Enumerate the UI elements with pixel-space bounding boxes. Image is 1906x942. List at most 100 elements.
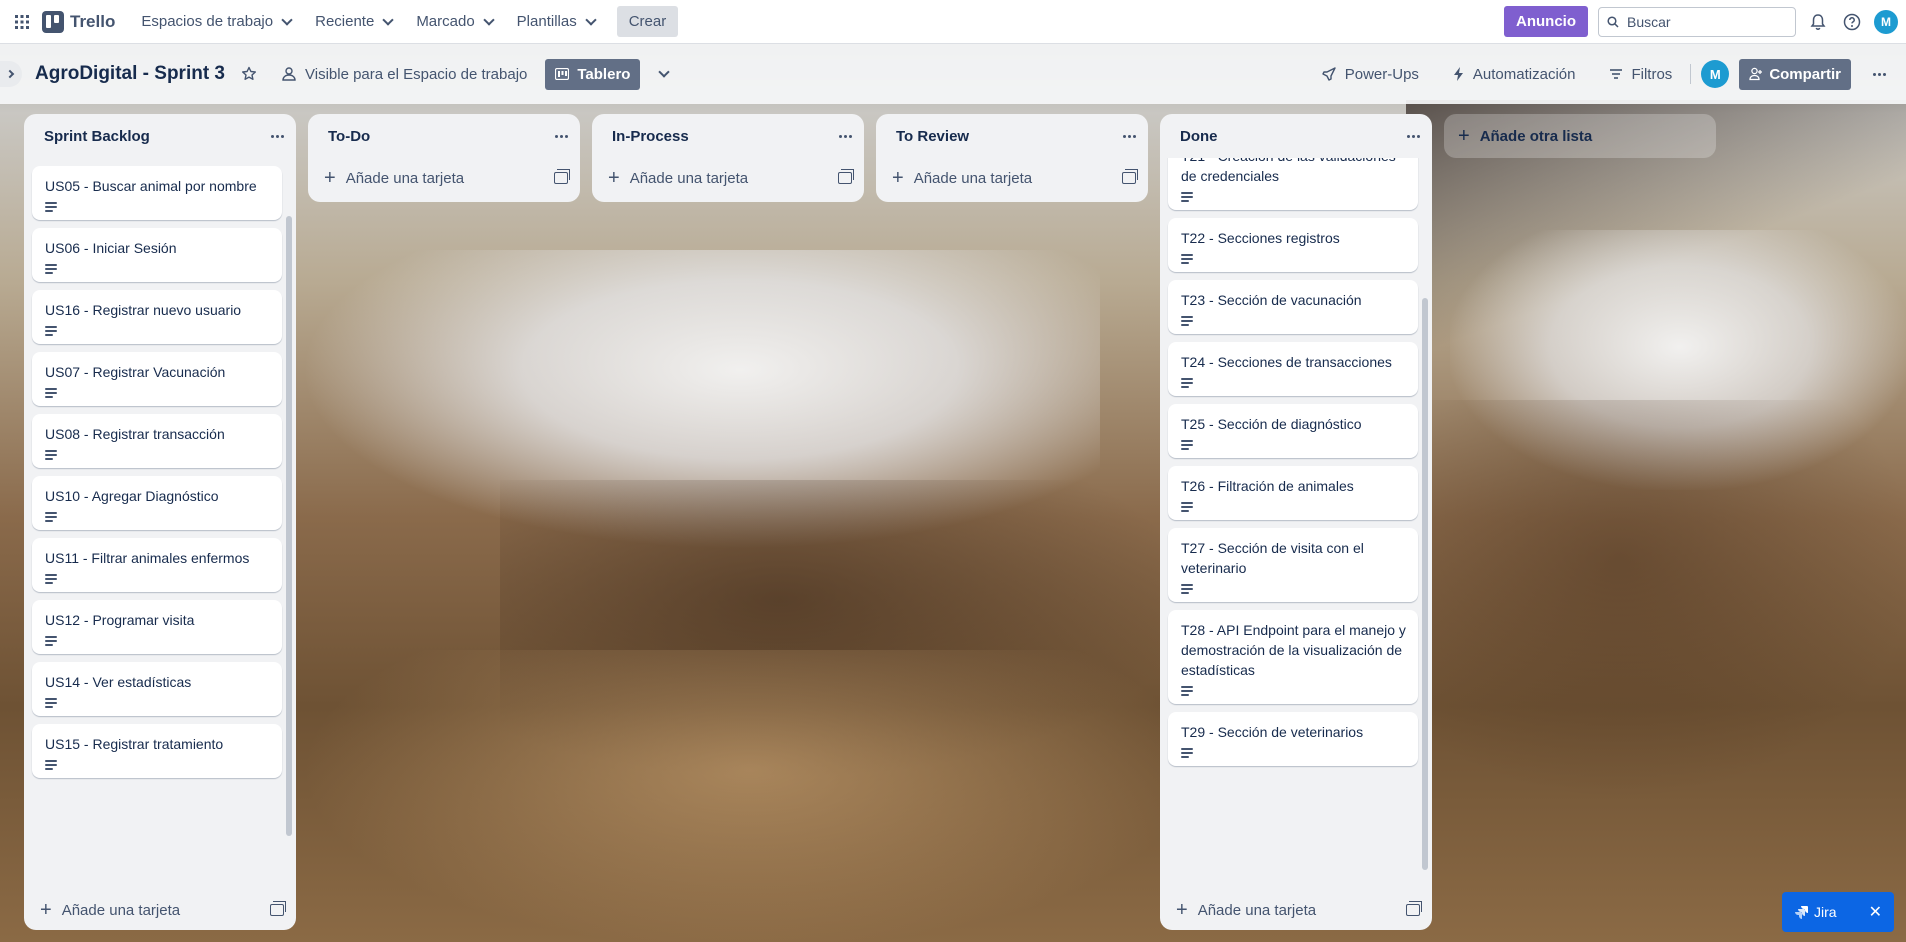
board-title[interactable]: AgroDigital - Sprint 3	[35, 63, 225, 85]
create-button[interactable]: Crear	[616, 6, 679, 37]
card[interactable]: T23 - Sección de vacunación	[1168, 280, 1418, 334]
list-done: Done T21 - Creación de las validaciones …	[1160, 114, 1432, 930]
card[interactable]: T25 - Sección de diagnóstico	[1168, 404, 1418, 458]
list-header[interactable]: In-Process	[592, 114, 864, 158]
card[interactable]: US05 - Buscar animal por nombre	[32, 166, 282, 220]
user-avatar[interactable]: M	[1874, 9, 1898, 34]
help-icon[interactable]	[1840, 10, 1864, 34]
share-label: Compartir	[1769, 65, 1841, 83]
card[interactable]: US10 - Agregar Diagnóstico	[32, 476, 282, 530]
scrollbar[interactable]	[286, 216, 292, 836]
add-card-button[interactable]: + Añade una tarjeta	[308, 158, 580, 198]
add-card-button[interactable]: + Añade una tarjeta	[876, 158, 1148, 198]
card-template-icon[interactable]	[554, 169, 570, 184]
add-card-button[interactable]: + Añade una tarjeta	[592, 158, 864, 198]
visibility-button[interactable]: Visible para el Espacio de trabajo	[273, 60, 535, 89]
card[interactable]: T24 - Secciones de transacciones	[1168, 342, 1418, 396]
board-view-icon	[555, 68, 570, 80]
list-title[interactable]: In-Process	[612, 128, 689, 145]
card[interactable]: US07 - Registrar Vacunación	[32, 352, 282, 406]
app-switcher-icon[interactable]	[8, 8, 36, 36]
list-header[interactable]: Done	[1160, 114, 1432, 158]
list-title[interactable]: Done	[1180, 128, 1218, 145]
list-menu-icon[interactable]	[1407, 134, 1420, 138]
list-title[interactable]: To Review	[896, 128, 969, 145]
nav-right: Anuncio Buscar M	[1504, 6, 1898, 37]
chevron-down-icon	[585, 13, 597, 26]
list-menu-icon[interactable]	[839, 134, 852, 138]
list-header[interactable]: Sprint Backlog	[24, 114, 296, 158]
view-switcher-button[interactable]	[648, 66, 676, 82]
list-menu-icon[interactable]	[271, 134, 284, 138]
card[interactable]: T26 - Filtración de animales	[1168, 466, 1418, 520]
close-icon[interactable]: ✕	[1869, 902, 1882, 922]
description-icon	[45, 512, 57, 522]
search-input[interactable]: Buscar	[1598, 6, 1796, 37]
nav-menu: Espacios de trabajo Reciente Marcado Pla…	[131, 0, 679, 43]
list-title[interactable]: Sprint Backlog	[44, 128, 150, 145]
board-member-avatar[interactable]: M	[1701, 60, 1730, 88]
announcement-button[interactable]: Anuncio	[1504, 6, 1588, 37]
add-card-button[interactable]: + Añade una tarjeta	[24, 890, 296, 930]
automation-button[interactable]: Automatización	[1445, 60, 1584, 89]
card-template-icon[interactable]	[270, 901, 286, 916]
add-card-label: Añade una tarjeta	[629, 169, 749, 187]
card-title: T24 - Secciones de transacciones	[1181, 354, 1392, 370]
powerups-label: Power-Ups	[1344, 65, 1419, 83]
card-template-icon[interactable]	[1122, 169, 1138, 184]
card-list[interactable]: T21 - Creación de las validaciones de cr…	[1160, 158, 1432, 890]
description-icon	[45, 202, 57, 212]
list-header[interactable]: To-Do	[308, 114, 580, 158]
powerups-button[interactable]: Power-Ups	[1313, 60, 1427, 89]
card[interactable]: US16 - Registrar nuevo usuario	[32, 290, 282, 344]
list-menu-icon[interactable]	[555, 134, 568, 138]
card[interactable]: T28 - API Endpoint para el manejo y demo…	[1168, 610, 1418, 704]
description-icon	[1181, 378, 1193, 388]
plus-icon: +	[1458, 125, 1470, 147]
nav-recent[interactable]: Reciente	[305, 7, 402, 36]
add-card-label: Añade una tarjeta	[913, 169, 1033, 187]
scrollbar[interactable]	[1422, 298, 1428, 870]
card[interactable]: T29 - Sección de veterinarios	[1168, 712, 1418, 766]
card[interactable]: US14 - Ver estadísticas	[32, 662, 282, 716]
card[interactable]: US11 - Filtrar animales enfermos	[32, 538, 282, 592]
share-button[interactable]: Compartir	[1739, 58, 1851, 90]
card[interactable]: US06 - Iniciar Sesión	[32, 228, 282, 282]
card-title: US10 - Agregar Diagnóstico	[45, 488, 219, 504]
chevron-right-icon	[5, 69, 15, 79]
filters-button[interactable]: Filtros	[1601, 60, 1680, 89]
card[interactable]: T27 - Sección de visita con el veterinar…	[1168, 528, 1418, 602]
card[interactable]: T22 - Secciones registros	[1168, 218, 1418, 272]
star-board-button[interactable]	[233, 60, 265, 88]
top-navigation: Trello Espacios de trabajo Reciente Marc…	[0, 0, 1906, 44]
trello-logo-icon	[42, 10, 64, 33]
card-title: T22 - Secciones registros	[1181, 230, 1340, 246]
jira-widget[interactable]: Jira ✕	[1782, 892, 1894, 932]
add-list-button[interactable]: + Añade otra lista	[1444, 114, 1716, 158]
card-list[interactable]: US05 - Buscar animal por nombre US06 - I…	[24, 158, 296, 890]
search-placeholder: Buscar	[1627, 13, 1671, 30]
sidebar-toggle[interactable]	[0, 61, 22, 87]
card[interactable]: T21 - Creación de las validaciones de cr…	[1168, 158, 1418, 210]
card[interactable]: US15 - Registrar tratamiento	[32, 724, 282, 778]
nav-templates[interactable]: Plantillas	[507, 7, 605, 36]
nav-workspaces[interactable]: Espacios de trabajo	[131, 7, 301, 36]
search-icon	[1607, 15, 1619, 28]
list-to-review: To Review + Añade una tarjeta	[876, 114, 1148, 202]
list-menu-icon[interactable]	[1123, 134, 1136, 138]
board-view-button[interactable]: Tablero	[545, 58, 641, 90]
list-header[interactable]: To Review	[876, 114, 1148, 158]
card-title: US12 - Programar visita	[45, 612, 195, 628]
card[interactable]: US08 - Registrar transacción	[32, 414, 282, 468]
card-template-icon[interactable]	[838, 169, 854, 184]
card-template-icon[interactable]	[1406, 901, 1422, 916]
board-menu-button[interactable]	[1865, 67, 1894, 82]
list-title[interactable]: To-Do	[328, 128, 370, 145]
chevron-down-icon	[281, 13, 293, 26]
card[interactable]: US12 - Programar visita	[32, 600, 282, 654]
add-card-button[interactable]: + Añade una tarjeta	[1160, 890, 1432, 930]
notifications-bell-icon[interactable]	[1806, 10, 1830, 34]
description-icon	[45, 326, 57, 336]
nav-starred[interactable]: Marcado	[406, 7, 502, 36]
trello-logo[interactable]: Trello	[42, 10, 115, 33]
